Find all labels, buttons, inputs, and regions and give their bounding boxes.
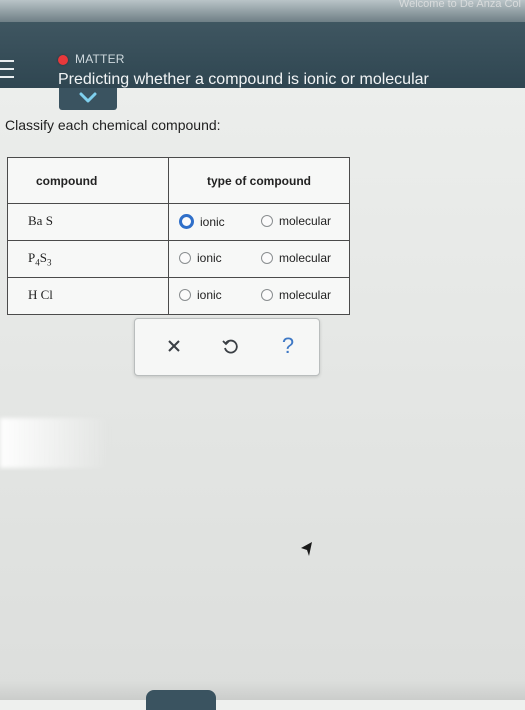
compound-formula: P4S3	[7, 240, 169, 278]
type-options: ionic molecular	[168, 277, 350, 315]
type-options: ionic molecular	[168, 203, 350, 241]
table-row: H Cl ionic molecular	[7, 277, 350, 315]
ionic-option[interactable]: ionic	[179, 214, 225, 229]
molecular-label: molecular	[279, 288, 332, 302]
ionic-option[interactable]: ionic	[179, 288, 222, 302]
ionic-label: ionic	[200, 214, 225, 229]
table-row: P4S3 ionic molecular	[7, 240, 350, 278]
help-button[interactable]: ?	[277, 333, 299, 358]
undo-button[interactable]	[219, 335, 241, 357]
type-options: ionic molecular	[168, 240, 350, 278]
chevron-down-icon	[79, 92, 97, 103]
table-header-row: compound type of compound	[7, 157, 350, 204]
clear-button[interactable]	[163, 335, 185, 357]
ionic-radio[interactable]	[179, 289, 191, 301]
bottom-action-button[interactable]	[146, 690, 216, 710]
ionic-label: ionic	[197, 251, 222, 265]
header-compound: compound	[7, 157, 169, 204]
page-title: Predicting whether a compound is ionic o…	[58, 71, 429, 88]
table-row: Ba S ionic molecular	[7, 203, 350, 241]
molecular-radio[interactable]	[261, 215, 273, 227]
header-type-of-compound: type of compound	[168, 157, 350, 204]
x-icon	[168, 340, 180, 352]
molecular-label: molecular	[279, 251, 332, 265]
answer-toolbar: ?	[134, 318, 320, 376]
mouse-cursor-icon	[301, 542, 312, 556]
molecular-option[interactable]: molecular	[261, 251, 331, 265]
undo-icon	[222, 339, 238, 354]
collapse-button[interactable]	[59, 88, 117, 110]
compound-table: compound type of compound Ba S ionic mol…	[7, 157, 350, 315]
question-prompt: Classify each chemical compound:	[5, 117, 221, 133]
molecular-radio[interactable]	[261, 289, 273, 301]
molecular-option[interactable]: molecular	[261, 288, 331, 302]
ionic-radio[interactable]	[179, 214, 194, 229]
bottom-shade	[0, 680, 525, 700]
screen-glare	[0, 418, 110, 468]
compound-formula: H Cl	[7, 277, 169, 315]
molecular-radio[interactable]	[261, 252, 273, 264]
compound-formula: Ba S	[7, 203, 169, 241]
topic-label: MATTER	[75, 52, 125, 66]
ionic-option[interactable]: ionic	[179, 251, 222, 265]
browser-top-strip: Welcome to De Anza Col	[0, 0, 525, 22]
welcome-text: Welcome to De Anza Col	[398, 0, 521, 10]
molecular-label: molecular	[279, 214, 332, 228]
ionic-radio[interactable]	[179, 252, 191, 264]
status-dot-icon	[58, 55, 68, 65]
molecular-option[interactable]: molecular	[261, 214, 331, 228]
hamburger-menu-icon[interactable]	[0, 60, 14, 80]
ionic-label: ionic	[197, 288, 222, 302]
header-bar: MATTER Predicting whether a compound is …	[0, 22, 525, 88]
